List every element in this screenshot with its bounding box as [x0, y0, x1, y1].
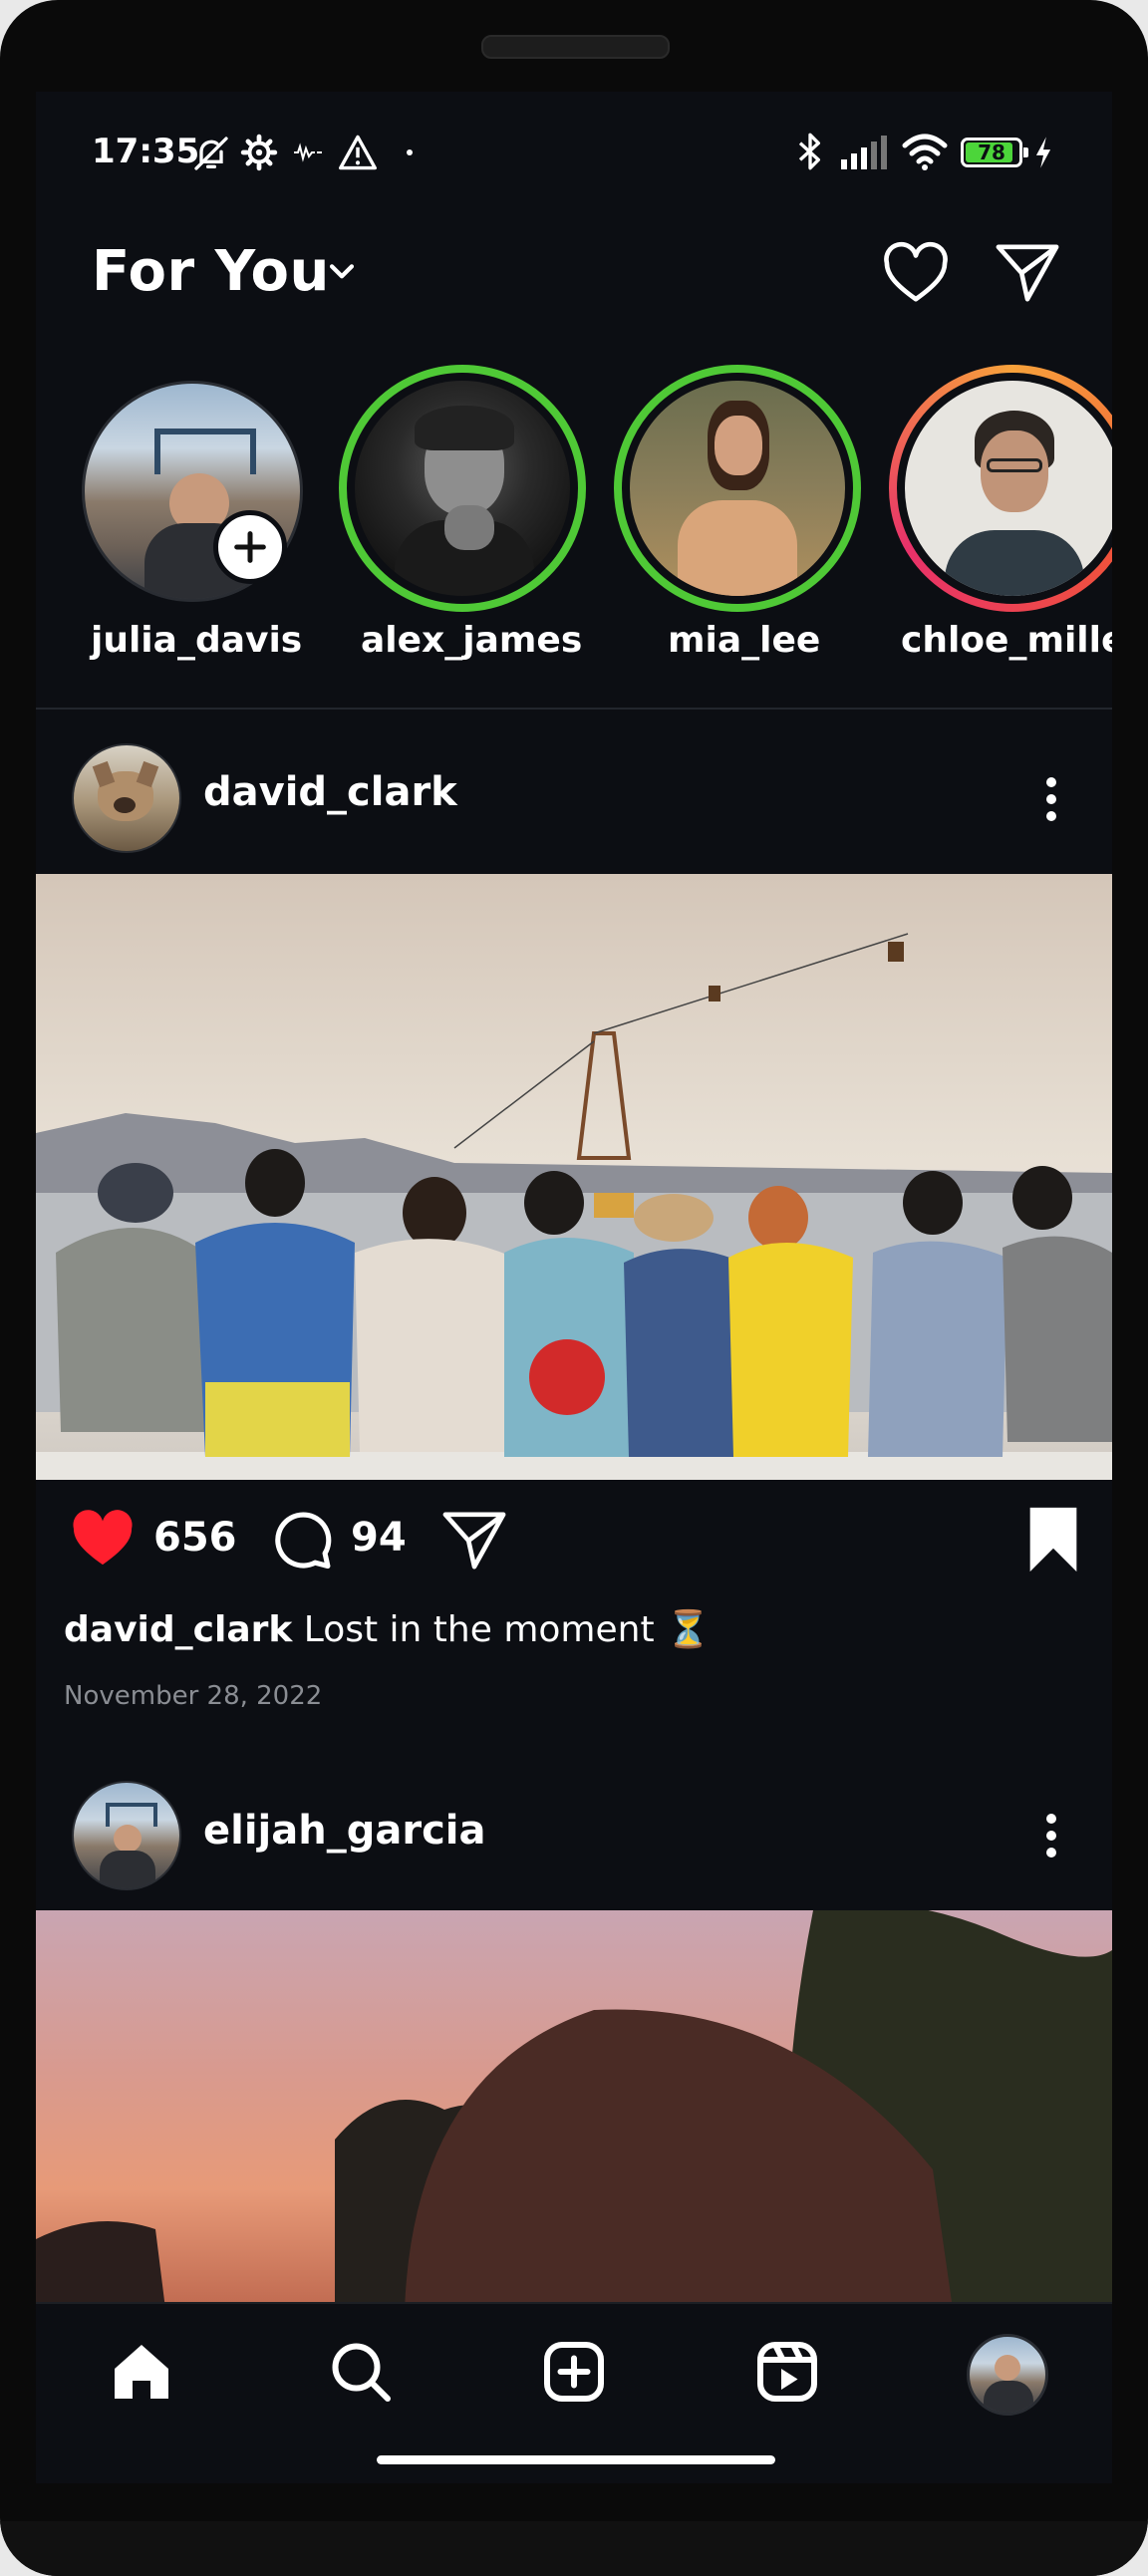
- comment-icon[interactable]: [267, 1507, 335, 1574]
- story-username: mia_lee: [668, 620, 821, 661]
- story-username: alex_james: [361, 620, 583, 661]
- post-photo: [36, 874, 1112, 1480]
- phone-frame: 17:35 78 For You julia_davis alex_james …: [0, 0, 1148, 2576]
- story-username: julia_davis: [91, 620, 303, 661]
- add-story-button[interactable]: [213, 510, 287, 584]
- post-date: November 28, 2022: [64, 1681, 323, 1711]
- bluetooth-icon: [798, 133, 820, 170]
- post-username[interactable]: elijah_garcia: [203, 1808, 486, 1854]
- more-options-icon[interactable]: [1045, 777, 1057, 828]
- like-count[interactable]: 656: [153, 1515, 237, 1561]
- screen: 17:35 78 For You julia_davis alex_james …: [36, 92, 1112, 2483]
- story-avatar: [905, 381, 1112, 596]
- status-bar: 17:35 78: [36, 92, 1112, 201]
- heart-icon[interactable]: [881, 241, 951, 305]
- post-author-avatar[interactable]: [72, 1781, 181, 1890]
- story-username: chloe_miller: [901, 620, 1112, 661]
- send-icon[interactable]: [993, 241, 1062, 305]
- post-author-avatar[interactable]: [72, 743, 181, 853]
- home-icon[interactable]: [106, 2336, 177, 2408]
- search-icon[interactable]: [325, 2336, 397, 2408]
- stories-divider: [36, 708, 1112, 710]
- add-post-icon[interactable]: [538, 2336, 610, 2408]
- feed-title[interactable]: For You: [92, 239, 330, 304]
- story-avatar: [630, 381, 845, 596]
- phone-chin: [0, 2521, 1148, 2576]
- dot-icon: [407, 149, 413, 155]
- more-options-icon[interactable]: [1045, 1814, 1057, 1864]
- caption-text: Lost in the moment ⏳: [303, 1609, 711, 1650]
- post-image[interactable]: [36, 1910, 1112, 2309]
- post-username[interactable]: david_clark: [203, 769, 457, 815]
- signal-icon: [841, 136, 887, 169]
- battery-icon: 78: [961, 138, 1028, 167]
- charging-icon: [1035, 137, 1051, 168]
- story-avatar: [355, 381, 570, 596]
- vibrate-icon: [294, 143, 322, 162]
- battery-level: 78: [978, 141, 1005, 164]
- settings-gear-icon: [240, 134, 278, 171]
- share-send-icon[interactable]: [439, 1509, 509, 1573]
- warning-icon: [338, 135, 377, 170]
- plus-icon: [234, 531, 266, 563]
- post-caption: david_clark Lost in the moment ⏳: [64, 1608, 711, 1650]
- profile-avatar[interactable]: [967, 2334, 1048, 2416]
- status-time: 17:35: [92, 132, 200, 171]
- bookmark-icon[interactable]: [1022, 1505, 1084, 1574]
- caption-username[interactable]: david_clark: [64, 1609, 292, 1650]
- muted-bell-icon: [194, 137, 228, 170]
- home-indicator[interactable]: [377, 2455, 775, 2464]
- chevron-down-icon[interactable]: [325, 255, 359, 289]
- reels-icon[interactable]: [751, 2336, 823, 2408]
- post-image[interactable]: [36, 874, 1112, 1480]
- speaker-grille: [481, 35, 670, 59]
- post-photo: [36, 1910, 1112, 2309]
- wifi-icon: [902, 134, 948, 170]
- like-heart-icon[interactable]: [68, 1507, 138, 1571]
- comment-count[interactable]: 94: [351, 1515, 407, 1561]
